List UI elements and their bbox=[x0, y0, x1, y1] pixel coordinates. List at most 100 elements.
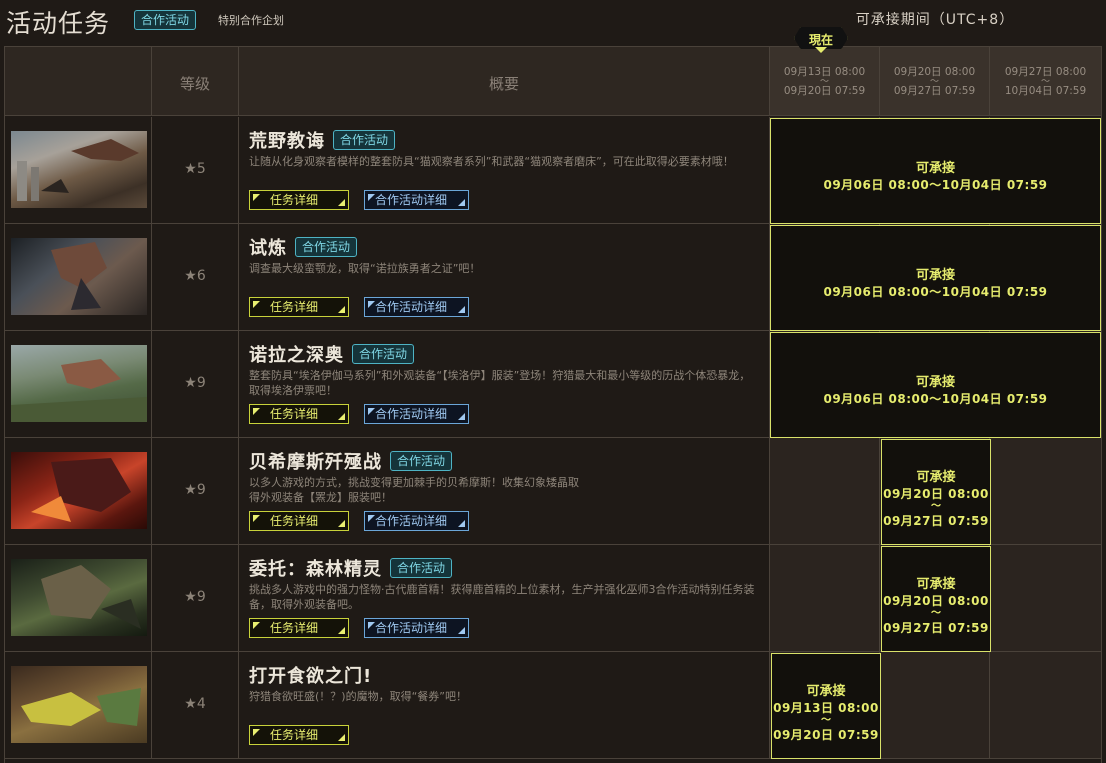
top-bar: 活动任务 合作活动 特别合作企划 可承接期间（UTC+8） bbox=[0, 0, 1106, 42]
quest-row: ★4 打开食欲之门! 狩猎食欲旺盛(！？)的魔物，取得“餐券”吧！ 任务详细 可… bbox=[5, 652, 1101, 759]
availability-box: 可承接 09月20日 08:00 ～ 09月27日 07:59 bbox=[881, 439, 991, 545]
availability-tilde: ～ bbox=[821, 715, 831, 726]
quest-detail-button[interactable]: 任务详细 bbox=[249, 190, 349, 210]
quest-name-text: 诺拉之深奥 bbox=[249, 345, 344, 366]
summary-cell: 委托：森林精灵 合作活动 挑战多人游戏中的强力怪物·古代鹿首精！获得鹿首精的上位素… bbox=[239, 545, 770, 651]
availability-label: 可承接 bbox=[916, 470, 956, 485]
quest-thumbnail[interactable] bbox=[11, 666, 147, 743]
quest-level: ★9 bbox=[184, 589, 206, 605]
date-cell bbox=[770, 438, 880, 544]
collab-badge[interactable]: 合作活动 bbox=[333, 130, 396, 150]
quest-thumbnail[interactable] bbox=[11, 452, 147, 529]
thumbnail-cell bbox=[5, 117, 152, 223]
quest-row: ★5 荒野教诲 合作活动 让随从化身观察者模样的整套防具“猫观察者系列”和武器“猫… bbox=[5, 117, 1101, 224]
summary-cell: 荒野教诲 合作活动 让随从化身观察者模样的整套防具“猫观察者系列”和武器“猫观察者… bbox=[239, 117, 770, 223]
quest-name: 打开食欲之门! bbox=[249, 662, 372, 688]
collab-detail-button[interactable]: 合作活动详细 bbox=[364, 511, 469, 531]
quest-description: 调查最大级蛮颚龙，取得“诺拉族勇者之证”吧！ bbox=[249, 262, 481, 275]
quest-table: 等级 概要 09月13日 08:00 ～ 09月20日 07:59 09月20日… bbox=[4, 46, 1102, 763]
date-column-header-3: 09月27日 08:00 ～ 10月04日 07:59 bbox=[990, 46, 1101, 116]
quest-row: ★9 委托：森林精灵 合作活动 挑战多人游戏中的强力怪物·古代鹿首精！获得鹿首精的… bbox=[5, 545, 1101, 652]
date-column-header-2: 09月20日 08:00 ～ 09月27日 07:59 bbox=[880, 46, 990, 116]
quest-name-text: 试炼 bbox=[249, 238, 287, 259]
quest-level: ★9 bbox=[184, 375, 206, 391]
availability-start: 09月13日 08:00 bbox=[773, 701, 879, 715]
period-heading: 可承接期间（UTC+8） bbox=[855, 12, 1015, 28]
quest-name: 诺拉之深奥 合作活动 bbox=[249, 341, 415, 367]
summary-column-header: 概要 bbox=[239, 46, 770, 116]
level-cell: ★9 bbox=[152, 545, 239, 651]
quest-description: 狩猎食欲旺盛(！？)的魔物，取得“餐券”吧！ bbox=[249, 690, 467, 703]
page-subtitle: 特别合作企划 bbox=[218, 14, 284, 27]
date-end: 09月20日 07:59 bbox=[783, 85, 866, 97]
date-cell bbox=[990, 652, 1101, 758]
quest-thumbnail[interactable] bbox=[11, 238, 147, 315]
availability-period: 09月06日 08:00～10月04日 07:59 bbox=[823, 285, 1048, 299]
collab-detail-button[interactable]: 合作活动详细 bbox=[364, 404, 469, 424]
date-cell bbox=[770, 545, 880, 651]
quest-name: 荒野教诲 合作活动 bbox=[249, 127, 396, 153]
collab-badge[interactable]: 合作活动 bbox=[390, 451, 453, 471]
level-cell: ★4 bbox=[152, 652, 239, 758]
collab-detail-button[interactable]: 合作活动详细 bbox=[364, 190, 469, 210]
availability-label: 可承接 bbox=[806, 684, 846, 699]
quest-description: 挑战多人游戏中的强力怪物·古代鹿首精！获得鹿首精的上位素材，生产并强化巫师3合作… bbox=[249, 583, 755, 611]
date-end: 09月27日 07:59 bbox=[893, 85, 976, 97]
summary-cell: 试炼 合作活动 调查最大级蛮颚龙，取得“诺拉族勇者之证”吧！ 任务详细 合作活动详… bbox=[239, 224, 770, 330]
quest-name-text: 贝希摩斯歼殛战 bbox=[249, 452, 382, 473]
thumbnail-cell bbox=[5, 224, 152, 330]
availability-box: 可承接 09月13日 08:00 ～ 09月20日 07:59 bbox=[771, 653, 881, 759]
page-title: 活动任务 bbox=[6, 9, 111, 38]
availability-period: 09月06日 08:00～10月04日 07:59 bbox=[823, 178, 1048, 192]
summary-cell: 打开食欲之门! 狩猎食欲旺盛(！？)的魔物，取得“餐券”吧！ 任务详细 bbox=[239, 652, 770, 758]
quest-thumbnail[interactable] bbox=[11, 131, 147, 208]
availability-start: 09月20日 08:00 bbox=[883, 594, 989, 608]
summary-cell: 贝希摩斯歼殛战 合作活动 以多人游戏的方式，挑战变得更加棘手的贝希摩斯！收集幻象矮… bbox=[239, 438, 770, 544]
quest-detail-button[interactable]: 任务详细 bbox=[249, 511, 349, 531]
now-marker: 現在 bbox=[794, 27, 848, 53]
quest-row: ★9 贝希摩斯歼殛战 合作活动 以多人游戏的方式，挑战变得更加棘手的贝希摩斯！收集… bbox=[5, 438, 1101, 545]
thumbnail-column-header bbox=[5, 46, 152, 116]
quest-name: 试炼 合作活动 bbox=[249, 234, 358, 260]
quest-detail-button[interactable]: 任务详细 bbox=[249, 725, 349, 745]
availability-label: 可承接 bbox=[916, 577, 956, 592]
level-cell: ★9 bbox=[152, 438, 239, 544]
level-header-label: 等级 bbox=[179, 75, 210, 93]
quest-name-text: 荒野教诲 bbox=[249, 131, 325, 152]
level-cell: ★5 bbox=[152, 117, 239, 223]
quest-level: ★6 bbox=[184, 268, 206, 284]
availability-label: 可承接 bbox=[915, 268, 955, 283]
quest-description: 以多人游戏的方式，挑战变得更加棘手的贝希摩斯！收集幻象矮晶取得外观装备【罴龙】服… bbox=[249, 476, 579, 504]
availability-period: 09月06日 08:00～10月04日 07:59 bbox=[823, 392, 1048, 406]
quest-name-text: 打开食欲之门! bbox=[249, 666, 373, 687]
availability-start: 09月20日 08:00 bbox=[883, 487, 989, 501]
quest-detail-button[interactable]: 任务详细 bbox=[249, 404, 349, 424]
collab-detail-button[interactable]: 合作活动详细 bbox=[364, 297, 469, 317]
availability-end: 09月27日 07:59 bbox=[883, 621, 989, 635]
availability-end: 09月27日 07:59 bbox=[883, 514, 989, 528]
level-cell: ★6 bbox=[152, 224, 239, 330]
collab-badge[interactable]: 合作活动 bbox=[352, 344, 415, 364]
quest-level: ★5 bbox=[184, 161, 206, 177]
quest-thumbnail[interactable] bbox=[11, 559, 147, 636]
quest-name: 委托：森林精灵 合作活动 bbox=[249, 555, 453, 581]
quest-name: 贝希摩斯歼殛战 合作活动 bbox=[249, 448, 453, 474]
quest-thumbnail[interactable] bbox=[11, 345, 147, 422]
thumbnail-cell bbox=[5, 438, 152, 544]
availability-end: 09月20日 07:59 bbox=[773, 728, 879, 742]
quest-detail-button[interactable]: 任务详细 bbox=[249, 297, 349, 317]
thumbnail-cell bbox=[5, 331, 152, 437]
now-label: 現在 bbox=[808, 33, 833, 47]
availability-box: 可承接 09月06日 08:00～10月04日 07:59 bbox=[770, 225, 1101, 331]
quest-row: ★9 诺拉之深奥 合作活动 整套防具“埃洛伊伽马系列”和外观装备“【埃洛伊】服装”… bbox=[5, 331, 1101, 438]
collab-badge[interactable]: 合作活动 bbox=[295, 237, 358, 257]
summary-cell: 诺拉之深奥 合作活动 整套防具“埃洛伊伽马系列”和外观装备“【埃洛伊】服装”登场！… bbox=[239, 331, 770, 437]
date-end: 10月04日 07:59 bbox=[1004, 85, 1087, 97]
availability-box: 可承接 09月06日 08:00～10月04日 07:59 bbox=[770, 118, 1101, 224]
quest-detail-button[interactable]: 任务详细 bbox=[249, 618, 349, 638]
collab-badge[interactable]: 合作活动 bbox=[134, 10, 197, 30]
thumbnail-cell bbox=[5, 652, 152, 758]
availability-box: 可承接 09月06日 08:00～10月04日 07:59 bbox=[770, 332, 1101, 438]
collab-detail-button[interactable]: 合作活动详细 bbox=[364, 618, 469, 638]
collab-badge[interactable]: 合作活动 bbox=[390, 558, 453, 578]
